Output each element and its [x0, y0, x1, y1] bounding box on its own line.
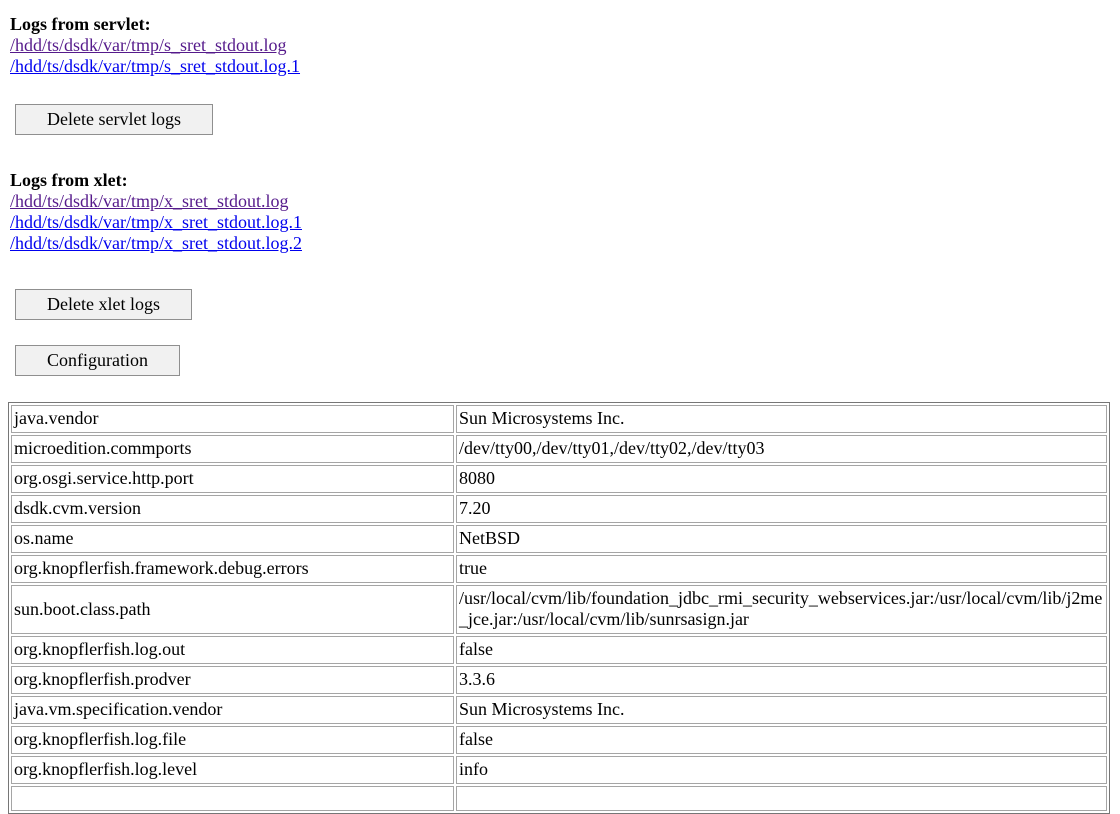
table-row: java.vm.specification.vendorSun Microsys… [11, 696, 1107, 724]
log-file-link[interactable]: /hdd/ts/dsdk/var/tmp/x_sret_stdout.log [10, 191, 289, 212]
log-file-link[interactable]: /hdd/ts/dsdk/var/tmp/x_sret_stdout.log.2 [10, 233, 302, 254]
property-value-cell: NetBSD [456, 525, 1107, 553]
property-key-cell: org.knopflerfish.prodver [11, 666, 454, 694]
property-key-cell: java.vendor [11, 405, 454, 433]
table-row: microedition.commports/dev/tty00,/dev/tt… [11, 435, 1107, 463]
property-key-cell: os.name [11, 525, 454, 553]
property-value-cell: false [456, 636, 1107, 664]
delete-xlet-logs-button[interactable]: Delete xlet logs [15, 289, 192, 320]
table-row: sun.boot.class.path/usr/local/cvm/lib/fo… [11, 585, 1107, 634]
property-key-cell: sun.boot.class.path [11, 585, 454, 634]
table-row: org.knopflerfish.log.outfalse [11, 636, 1107, 664]
property-value-cell: true [456, 555, 1107, 583]
servlet-logs-section: Logs from servlet: /hdd/ts/dsdk/var/tmp/… [8, 14, 1112, 135]
table-row: java.vendorSun Microsystems Inc. [11, 405, 1107, 433]
property-value-cell: false [456, 726, 1107, 754]
property-value-cell [456, 786, 1107, 811]
log-file-link[interactable]: /hdd/ts/dsdk/var/tmp/x_sret_stdout.log.1 [10, 212, 302, 233]
delete-servlet-logs-row: Delete servlet logs [8, 104, 1112, 135]
table-row: dsdk.cvm.version7.20 [11, 495, 1107, 523]
property-value-cell: 8080 [456, 465, 1107, 493]
table-row: os.nameNetBSD [11, 525, 1107, 553]
xlet-log-links: /hdd/ts/dsdk/var/tmp/x_sret_stdout.log/h… [8, 191, 1112, 254]
property-key-cell: org.knopflerfish.framework.debug.errors [11, 555, 454, 583]
property-key-cell: java.vm.specification.vendor [11, 696, 454, 724]
property-value-cell: 7.20 [456, 495, 1107, 523]
xlet-logs-heading: Logs from xlet: [10, 170, 1112, 191]
property-key-cell: org.knopflerfish.log.out [11, 636, 454, 664]
configuration-row: Configuration [8, 345, 1112, 376]
property-value-cell: 3.3.6 [456, 666, 1107, 694]
log-file-link[interactable]: /hdd/ts/dsdk/var/tmp/s_sret_stdout.log.1 [10, 56, 300, 77]
property-key-cell: org.knopflerfish.log.file [11, 726, 454, 754]
table-row-partial [11, 786, 1107, 811]
property-key-cell: org.knopflerfish.log.level [11, 756, 454, 784]
page: { "servlet_logs": { "heading": "Logs fro… [0, 0, 1120, 794]
delete-xlet-logs-row: Delete xlet logs [8, 289, 1112, 320]
property-key-cell: dsdk.cvm.version [11, 495, 454, 523]
property-value-cell: /dev/tty00,/dev/tty01,/dev/tty02,/dev/tt… [456, 435, 1107, 463]
table-row: org.knopflerfish.prodver3.3.6 [11, 666, 1107, 694]
delete-servlet-logs-button[interactable]: Delete servlet logs [15, 104, 213, 135]
property-value-cell: info [456, 756, 1107, 784]
log-file-link[interactable]: /hdd/ts/dsdk/var/tmp/s_sret_stdout.log [10, 35, 287, 56]
configuration-button[interactable]: Configuration [15, 345, 180, 376]
servlet-log-links: /hdd/ts/dsdk/var/tmp/s_sret_stdout.log/h… [8, 35, 1112, 77]
servlet-logs-heading: Logs from servlet: [10, 14, 1112, 35]
properties-table: java.vendorSun Microsystems Inc.microedi… [8, 402, 1110, 814]
property-value-cell: /usr/local/cvm/lib/foundation_jdbc_rmi_s… [456, 585, 1107, 634]
table-row: org.knopflerfish.framework.debug.errorst… [11, 555, 1107, 583]
table-row: org.osgi.service.http.port8080 [11, 465, 1107, 493]
property-key-cell: org.osgi.service.http.port [11, 465, 454, 493]
xlet-logs-section: Logs from xlet: /hdd/ts/dsdk/var/tmp/x_s… [8, 170, 1112, 320]
table-row: org.knopflerfish.log.levelinfo [11, 756, 1107, 784]
properties-table-body: java.vendorSun Microsystems Inc.microedi… [11, 405, 1107, 811]
property-value-cell: Sun Microsystems Inc. [456, 696, 1107, 724]
table-row: org.knopflerfish.log.filefalse [11, 726, 1107, 754]
property-key-cell: microedition.commports [11, 435, 454, 463]
property-value-cell: Sun Microsystems Inc. [456, 405, 1107, 433]
property-key-cell [11, 786, 454, 811]
